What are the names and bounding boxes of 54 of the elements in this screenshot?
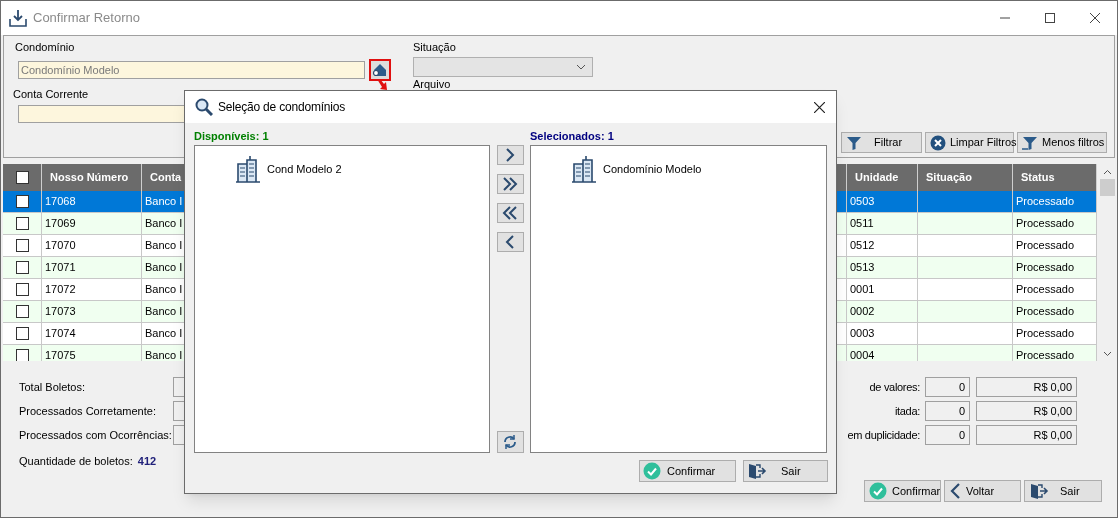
- table-cell-text: 0512: [850, 238, 875, 254]
- table-cell-text: 0511: [850, 216, 874, 232]
- summary-label: Quantidade de boletos:: [19, 454, 133, 469]
- table-cell-text: 17071: [45, 260, 76, 276]
- table-cell-text: Banco I: [145, 216, 183, 232]
- summary-label: de valores:: [869, 379, 920, 395]
- field-label: Arquivo: [413, 78, 451, 90]
- table-cell-text: 0001: [850, 282, 875, 298]
- table-cell-text: Banco I: [145, 304, 183, 320]
- table-cell-text: 0503: [850, 194, 875, 210]
- table-cell-text: Processado: [1016, 238, 1075, 254]
- table-cell-text: Processado: [1016, 282, 1075, 298]
- table-cell-text: Processado: [1016, 260, 1075, 276]
- table-cell-text: 17069: [45, 216, 76, 232]
- table-cell-text: Banco I: [145, 348, 183, 361]
- table-cell-text: 17074: [45, 326, 76, 342]
- table-cell-text: Banco I: [145, 282, 183, 298]
- table-cell-text: Banco I: [145, 260, 183, 276]
- table-cell-text: 17070: [45, 238, 76, 254]
- table-cell-text: Processado: [1016, 348, 1075, 361]
- table-cell-text: 17072: [45, 282, 76, 298]
- count-field: 0: [925, 401, 970, 421]
- table-cell-text: 17073: [45, 304, 76, 320]
- summary-label: Total Boletos:: [19, 379, 87, 395]
- window-title: Confirmar Retorno: [33, 9, 140, 28]
- summary-label: Processados Corretamente:: [19, 403, 157, 419]
- list-label: Selecionados: 1: [530, 129, 614, 144]
- dialog-title: Seleção de condomínios: [218, 99, 346, 116]
- table-cell-text: Banco I: [145, 326, 183, 342]
- table-cell-text: Banco I: [145, 194, 183, 210]
- summary-label: em duplicidade:: [847, 427, 920, 443]
- field-label: Situação: [413, 40, 456, 54]
- table-cell-text: 0003: [850, 326, 875, 342]
- table-cell-text: 0004: [850, 348, 875, 361]
- amount-field: R$ 0,00: [976, 377, 1077, 397]
- table-cell-text: 0513: [850, 260, 875, 276]
- amount-field: R$ 0,00: [976, 425, 1077, 445]
- table-cell-text: 17068: [45, 194, 76, 210]
- table-cell-text: Processado: [1016, 194, 1075, 210]
- table-cell-text: 0002: [850, 304, 875, 320]
- table-cell-text: 17075: [45, 348, 76, 361]
- table-cell-text: Processado: [1016, 216, 1075, 232]
- list-label: Disponíveis: 1: [194, 129, 269, 144]
- count-field: 0: [925, 425, 970, 445]
- table-cell-text: Processado: [1016, 326, 1075, 342]
- summary-label: itada:: [894, 403, 920, 419]
- count-field: 0: [925, 377, 970, 397]
- count-value: 412: [137, 454, 157, 469]
- table-cell-text: Banco I: [145, 238, 183, 254]
- amount-field: R$ 0,00: [976, 401, 1077, 421]
- table-cell-text: Processado: [1016, 304, 1075, 320]
- summary-label: Processados com Ocorrências:: [19, 427, 173, 443]
- field-label: Condomínio: [15, 40, 75, 54]
- field-label: Conta Corrente: [13, 87, 89, 101]
